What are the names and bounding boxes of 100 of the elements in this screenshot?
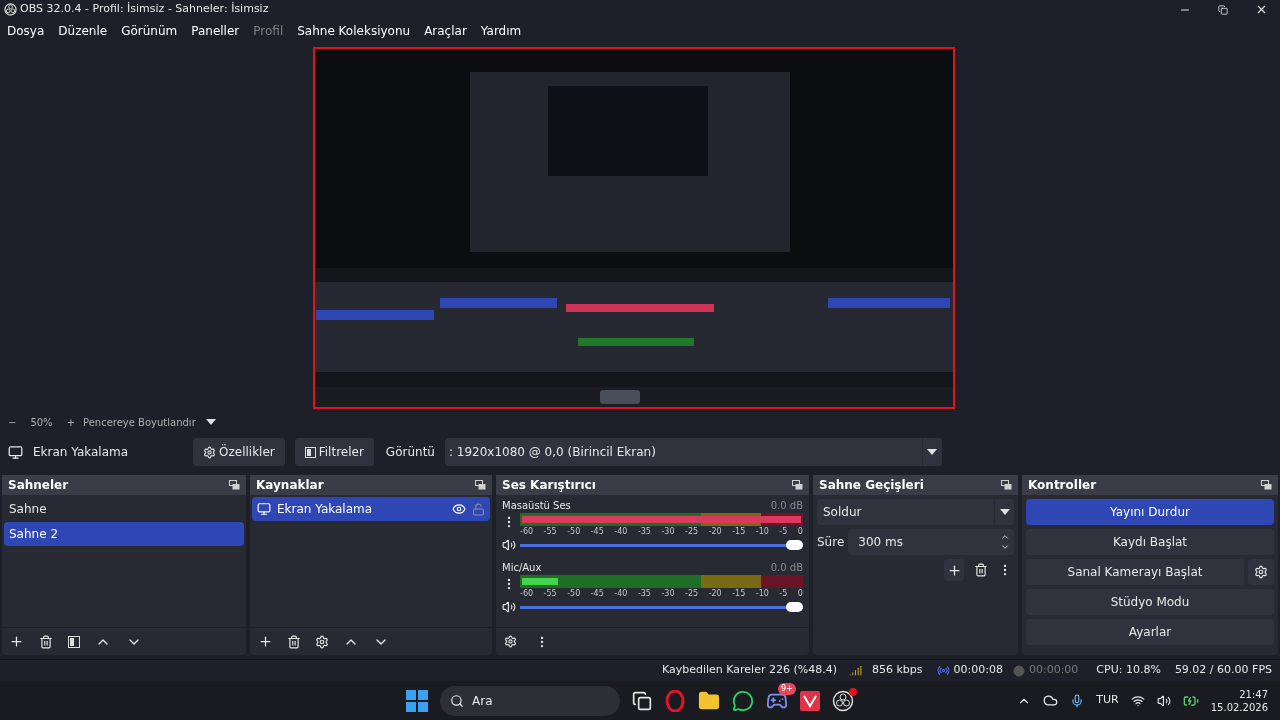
app-logo-icon[interactable] [832, 689, 854, 712]
volume-icon[interactable] [1156, 693, 1171, 708]
dropped-frames: Kaybedilen Kareler 226 (%48.4) [653, 662, 845, 679]
meter-tick: -35 [637, 526, 651, 537]
add-icon[interactable] [9, 634, 24, 649]
clock[interactable]: 21:47 15.02.2026 [1210, 687, 1268, 714]
undock-icon[interactable] [475, 480, 486, 490]
display-label: Görüntü [385, 444, 435, 461]
dock-title: Ses Karıştırıcı [502, 477, 596, 494]
undock-icon[interactable] [1001, 480, 1012, 490]
fps: 59.02 / 60.00 FPS [1173, 662, 1272, 679]
menu-item[interactable]: Sahne Koleksiyonu [297, 21, 411, 40]
record-time: 00:00:00 [1028, 662, 1080, 679]
stream-icon [936, 664, 950, 677]
menu-item[interactable]: Paneller [191, 21, 240, 40]
meter-tick: -55 [543, 588, 557, 599]
microphone-icon[interactable] [1070, 693, 1085, 708]
meter-tick: -30 [661, 526, 675, 537]
control-button[interactable]: Yayını Durdur [1026, 499, 1274, 525]
meter-tick: -40 [614, 588, 628, 599]
notification-badge: 9+ [778, 682, 796, 695]
meter-tick: -5 [779, 526, 788, 537]
meter-tick: -25 [685, 588, 699, 599]
source-name: Ekran Yakalama [33, 444, 130, 461]
app-logo-icon [4, 3, 17, 16]
ring-icon[interactable] [664, 689, 686, 712]
cpu-usage: CPU: 10.8% [1095, 662, 1162, 679]
monitor-icon [257, 502, 271, 516]
meter-tick: -45 [590, 588, 604, 599]
cloud-icon[interactable] [1043, 693, 1059, 708]
control-button[interactable]: Stüdyo Modu [1026, 589, 1274, 615]
wifi-icon[interactable] [1130, 693, 1145, 708]
undock-icon[interactable] [792, 480, 803, 490]
delete-icon[interactable] [287, 634, 301, 649]
undock-icon[interactable] [1261, 480, 1272, 490]
start-icon[interactable] [406, 689, 428, 712]
properties-button[interactable]: Özellikler [193, 438, 285, 466]
dock-title: Kontroller [1028, 477, 1097, 494]
zoom-dropdown[interactable] [205, 419, 216, 425]
volume-slider-fill[interactable] [520, 543, 803, 547]
zoom-in-button[interactable]: + [66, 414, 75, 430]
delete-icon[interactable] [974, 563, 988, 577]
stream-time: 00:00:08 [953, 662, 1004, 679]
settings-icon [1254, 565, 1268, 579]
advanced-settings-icon[interactable] [504, 635, 517, 648]
language-indicator[interactable]: TUR [1096, 692, 1119, 709]
settings-icon[interactable] [315, 634, 329, 649]
visibility-icon[interactable] [452, 502, 466, 516]
restore-icon [1218, 4, 1228, 15]
caret-icon [205, 419, 216, 425]
decrement-icon[interactable] [1000, 542, 1010, 552]
volume-icon[interactable] [502, 538, 516, 552]
menu-item[interactable]: Dosya [7, 21, 45, 40]
settings-button[interactable] [1248, 559, 1274, 585]
control-button[interactable]: Kaydı Başlat [1026, 529, 1274, 555]
filter-icon[interactable] [68, 635, 80, 648]
zoom-out-button[interactable]: − [8, 414, 17, 430]
zoom-level: 50% [30, 415, 53, 430]
zoom-mode: Pencereye Boyutlandır [83, 415, 196, 430]
transition-select[interactable]: Soldur [817, 499, 1014, 525]
meter-tick: -40 [614, 526, 628, 537]
meter-tick: -20 [708, 526, 722, 537]
menu-item[interactable]: Düzenle [58, 21, 108, 40]
meter-tick: -45 [590, 526, 604, 537]
scene-item[interactable]: Sahne 2 [4, 522, 244, 546]
menu-item[interactable]: Yardım [480, 21, 522, 40]
meter-tick: 0 [797, 526, 803, 537]
meter-tick: -25 [685, 526, 699, 537]
v-icon[interactable] [800, 690, 820, 711]
add-button[interactable] [944, 559, 964, 581]
filters-button[interactable]: Filtreler [294, 438, 374, 466]
meter-tick: -5 [779, 588, 788, 599]
signal-icon [849, 664, 862, 677]
meter-tick: -10 [755, 526, 769, 537]
window-title: OBS 32.0.4 - Profil: İsimsiz - Sahneler: İsimsiz [20, 1, 269, 18]
control-button[interactable]: Sanal Kamerayı Başlat [1026, 559, 1244, 585]
add-icon[interactable] [258, 634, 273, 649]
duration-field[interactable]: 300 ms [848, 529, 1014, 555]
folder-icon[interactable] [698, 689, 720, 712]
display-select[interactable]: : 1920x1080 @ 0,0 (Birincil Ekran) [444, 438, 942, 466]
meter-tick: -15 [732, 588, 746, 599]
meter-tick: -10 [755, 588, 769, 599]
scene-item[interactable]: Sahne [4, 497, 244, 521]
menu-item[interactable]: Araçlar [424, 21, 467, 40]
volume-icon[interactable] [502, 600, 516, 614]
menu-item[interactable]: Görünüm [121, 21, 178, 40]
channel-name: Masaüstü Ses [502, 498, 571, 513]
search-field[interactable]: Ara [440, 685, 620, 716]
meter-tick: -20 [708, 588, 722, 599]
undock-icon[interactable] [229, 480, 240, 490]
delete-icon[interactable] [39, 634, 53, 649]
chat-icon[interactable] [732, 689, 754, 712]
dock-title: Kaynaklar [256, 477, 324, 494]
meter-tick: -30 [661, 588, 675, 599]
source-item[interactable]: Ekran Yakalama [252, 497, 490, 521]
control-button[interactable]: Ayarlar [1026, 619, 1274, 645]
volume-slider-fill[interactable] [520, 605, 803, 609]
caret-icon [999, 509, 1010, 515]
search-icon [450, 693, 464, 708]
increment-icon[interactable] [1000, 532, 1010, 542]
